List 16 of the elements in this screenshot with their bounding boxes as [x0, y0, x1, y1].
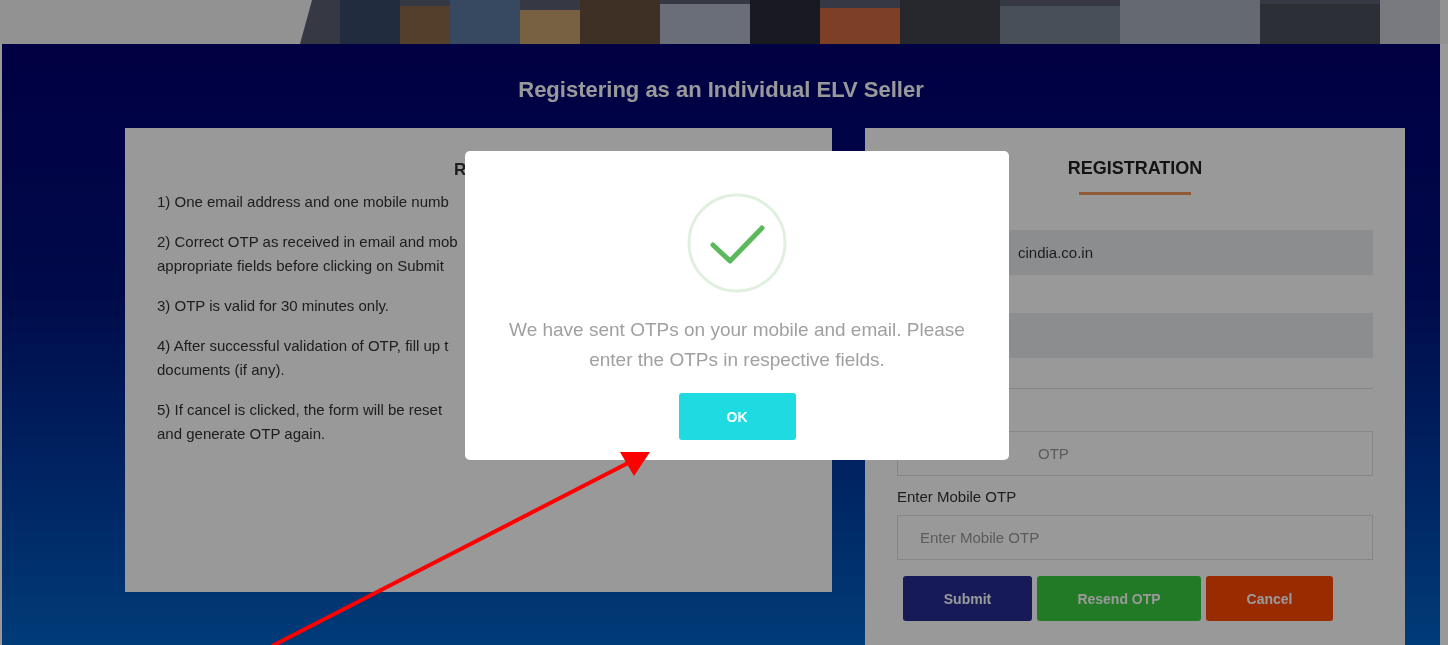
- rules-heading: R: [453, 159, 468, 181]
- registration-heading: REGISTRATION: [1067, 158, 1203, 178]
- modal-message: We have sent OTPs on your mobile and email. Please enter the OTPs in respective fields.: [508, 318, 966, 372]
- page-title: Registering as an Individual ELV Seller: [517, 78, 925, 102]
- action-button[interactable]: Resend OTP: [1037, 576, 1201, 621]
- rule-text: 5) If cancel is clicked, the form will be reset and generate OTP again.: [157, 400, 443, 444]
- rule-text: 4) After successful validation of OTP, fill up t documents (if any).: [157, 336, 449, 380]
- check-icon: [687, 193, 787, 293]
- rule-text: 3) OTP is valid for 30 minutes only.: [157, 296, 390, 316]
- ok-button[interactable]: OK: [678, 393, 796, 440]
- action-button[interactable]: Cancel: [1206, 576, 1333, 621]
- rule-text: 1) One email address and one mobile numb: [157, 192, 449, 212]
- action-button[interactable]: Submit: [903, 576, 1032, 621]
- rule-text: 2) Correct OTP as received in email and mob appropriate fields before clicking on Submit: [157, 232, 458, 276]
- input-field[interactable]: Enter Mobile OTP: [897, 515, 1373, 560]
- field-label: Enter Mobile OTP: [897, 488, 1018, 506]
